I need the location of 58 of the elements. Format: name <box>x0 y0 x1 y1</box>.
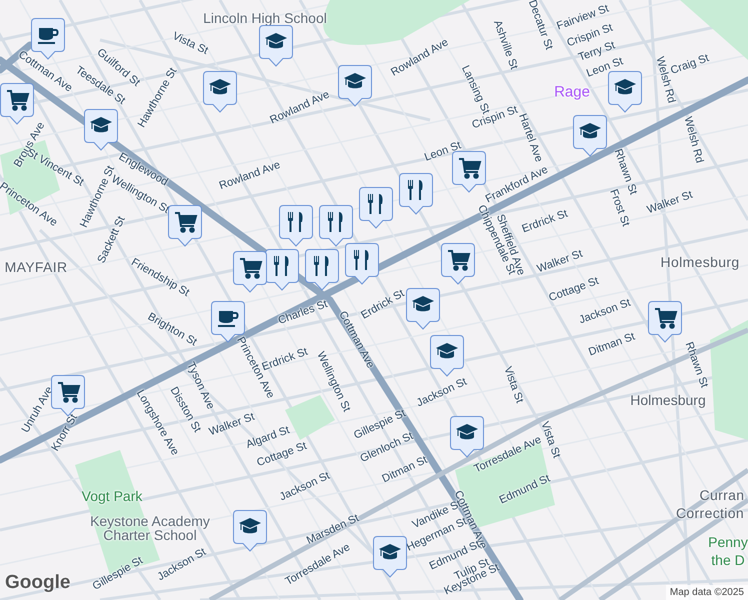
street-label: Vista St <box>501 365 525 405</box>
street-label: Walker St <box>646 190 694 216</box>
shop-marker[interactable] <box>0 83 34 125</box>
street-label: Craig St <box>669 53 711 77</box>
shop-marker[interactable] <box>452 151 486 193</box>
street-label: Charles St <box>277 299 329 327</box>
food-marker[interactable] <box>399 173 433 215</box>
school-marker[interactable] <box>406 288 440 330</box>
shop-marker[interactable] <box>441 243 475 285</box>
park-label: the D <box>711 553 745 567</box>
landmark-label: Lincoln High School <box>203 11 327 25</box>
food-marker[interactable] <box>305 249 339 291</box>
street-label: Walker St <box>208 412 256 438</box>
shopping-cart-icon <box>457 156 483 180</box>
shopping-cart-icon <box>173 210 199 234</box>
shopping-cart-icon <box>446 248 472 272</box>
food-marker[interactable] <box>265 249 299 291</box>
area-label: Correction <box>676 506 744 520</box>
shop-marker[interactable] <box>233 251 267 293</box>
map-attribution: Map data ©2025 <box>666 585 748 600</box>
place-label: Rage <box>554 84 590 100</box>
park-label: Penny <box>708 535 748 549</box>
street-label: Welsh Rd <box>682 116 704 164</box>
shop-marker[interactable] <box>648 301 682 343</box>
food-marker[interactable] <box>319 205 353 247</box>
shop-marker[interactable] <box>168 205 202 247</box>
street-label: Ashville St <box>491 19 519 71</box>
shopping-cart-icon <box>56 380 82 404</box>
street-label: Leon St <box>423 140 463 164</box>
street-label: Erdrick St <box>520 208 570 236</box>
food-marker[interactable] <box>279 205 313 247</box>
google-logo[interactable]: Google <box>5 568 70 597</box>
school-marker[interactable] <box>430 335 464 377</box>
street-label: Erdrick St <box>260 346 310 374</box>
station-label: Holmesburg <box>630 393 706 407</box>
street-label: Ditman St <box>587 332 637 358</box>
area-label: MAYFAIR <box>4 260 68 274</box>
street-label: Walker St <box>536 248 584 276</box>
street-label: Hartel Ave <box>516 112 544 164</box>
food-marker[interactable] <box>345 243 379 285</box>
school-marker[interactable] <box>373 536 407 578</box>
shopping-cart-icon <box>238 256 264 280</box>
school-marker[interactable] <box>84 109 118 151</box>
area-label: Holmesburg <box>660 255 740 269</box>
school-marker[interactable] <box>338 65 372 107</box>
school-marker[interactable] <box>203 71 237 113</box>
park-label: Vogt Park <box>82 489 142 503</box>
landmark-label: Keystone Academy Charter School <box>89 514 211 542</box>
street-label: Vista St <box>170 31 210 57</box>
area-label: Curran <box>700 488 744 502</box>
shopping-cart-icon <box>5 88 31 112</box>
shopping-cart-icon <box>653 306 679 330</box>
street-label: Rhawn St <box>682 340 710 390</box>
school-marker[interactable] <box>259 25 293 67</box>
food-marker[interactable] <box>359 187 393 229</box>
school-marker[interactable] <box>233 510 267 552</box>
street-label: Decatur St <box>526 0 554 52</box>
school-marker[interactable] <box>573 115 607 157</box>
